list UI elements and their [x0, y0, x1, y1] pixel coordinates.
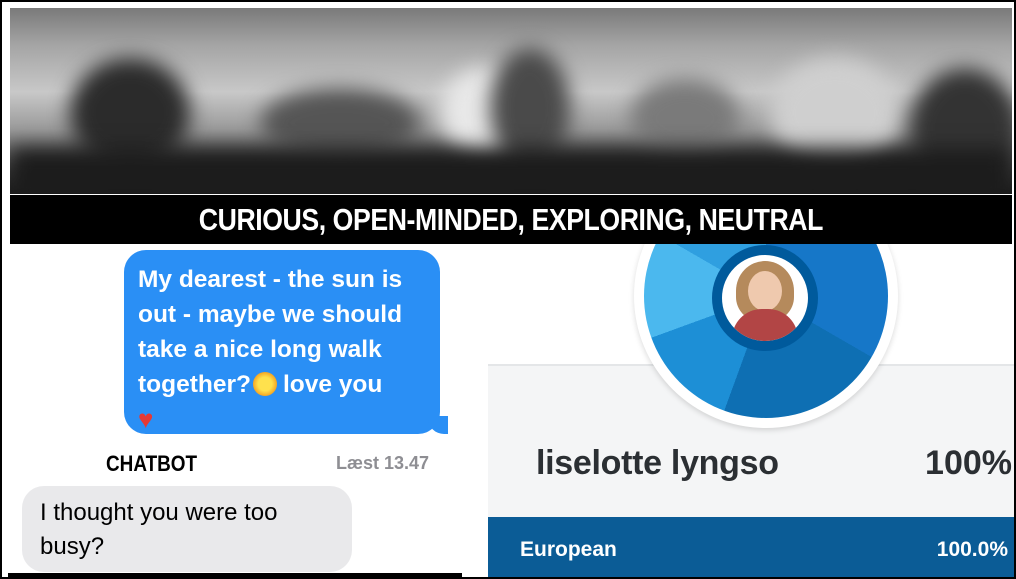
- message-fragment: love you: [282, 371, 383, 398]
- avatar: [722, 255, 808, 341]
- screenshot-frame: CURIOUS, OPEN-MINDED, EXPLORING, NEUTRAL…: [0, 0, 1016, 579]
- read-receipt: Læst 13.47: [336, 453, 430, 473]
- message-line: ♥: [138, 402, 426, 438]
- region-row[interactable]: European 100.0%: [488, 517, 1014, 577]
- total-percent: 100%: [925, 444, 1012, 482]
- heart-emoji-icon: ♥: [138, 404, 154, 434]
- message-fragment: together?: [138, 371, 251, 398]
- caption-bar: CURIOUS, OPEN-MINDED, EXPLORING, NEUTRAL: [10, 195, 1012, 244]
- message-line: My dearest - the sun is: [138, 266, 403, 293]
- message-line: take a nice long walk: [138, 336, 382, 363]
- sun-emoji-icon: [252, 371, 277, 396]
- blurred-banner-image: [10, 8, 1012, 194]
- profile-name: liselotte lyngso: [536, 444, 779, 482]
- outgoing-message-bubble[interactable]: My dearest - the sun is out - maybe we s…: [124, 250, 448, 434]
- divider: [8, 573, 462, 577]
- message-line: out - maybe we should: [138, 301, 403, 328]
- chat-panel: My dearest - the sun is out - maybe we s…: [10, 244, 464, 577]
- message-line: together? love you: [138, 367, 426, 402]
- region-name: European: [520, 538, 617, 561]
- incoming-message-bubble[interactable]: I thought you were too busy?: [22, 486, 352, 572]
- caption-text: CURIOUS, OPEN-MINDED, EXPLORING, NEUTRAL: [198, 201, 824, 237]
- region-percent: 100.0%: [936, 538, 1008, 561]
- avatar-ring: [712, 245, 818, 351]
- ancestry-panel: liselotte lyngso 100% European 100.0%: [466, 244, 1014, 577]
- sender-label: CHATBOT: [106, 451, 198, 476]
